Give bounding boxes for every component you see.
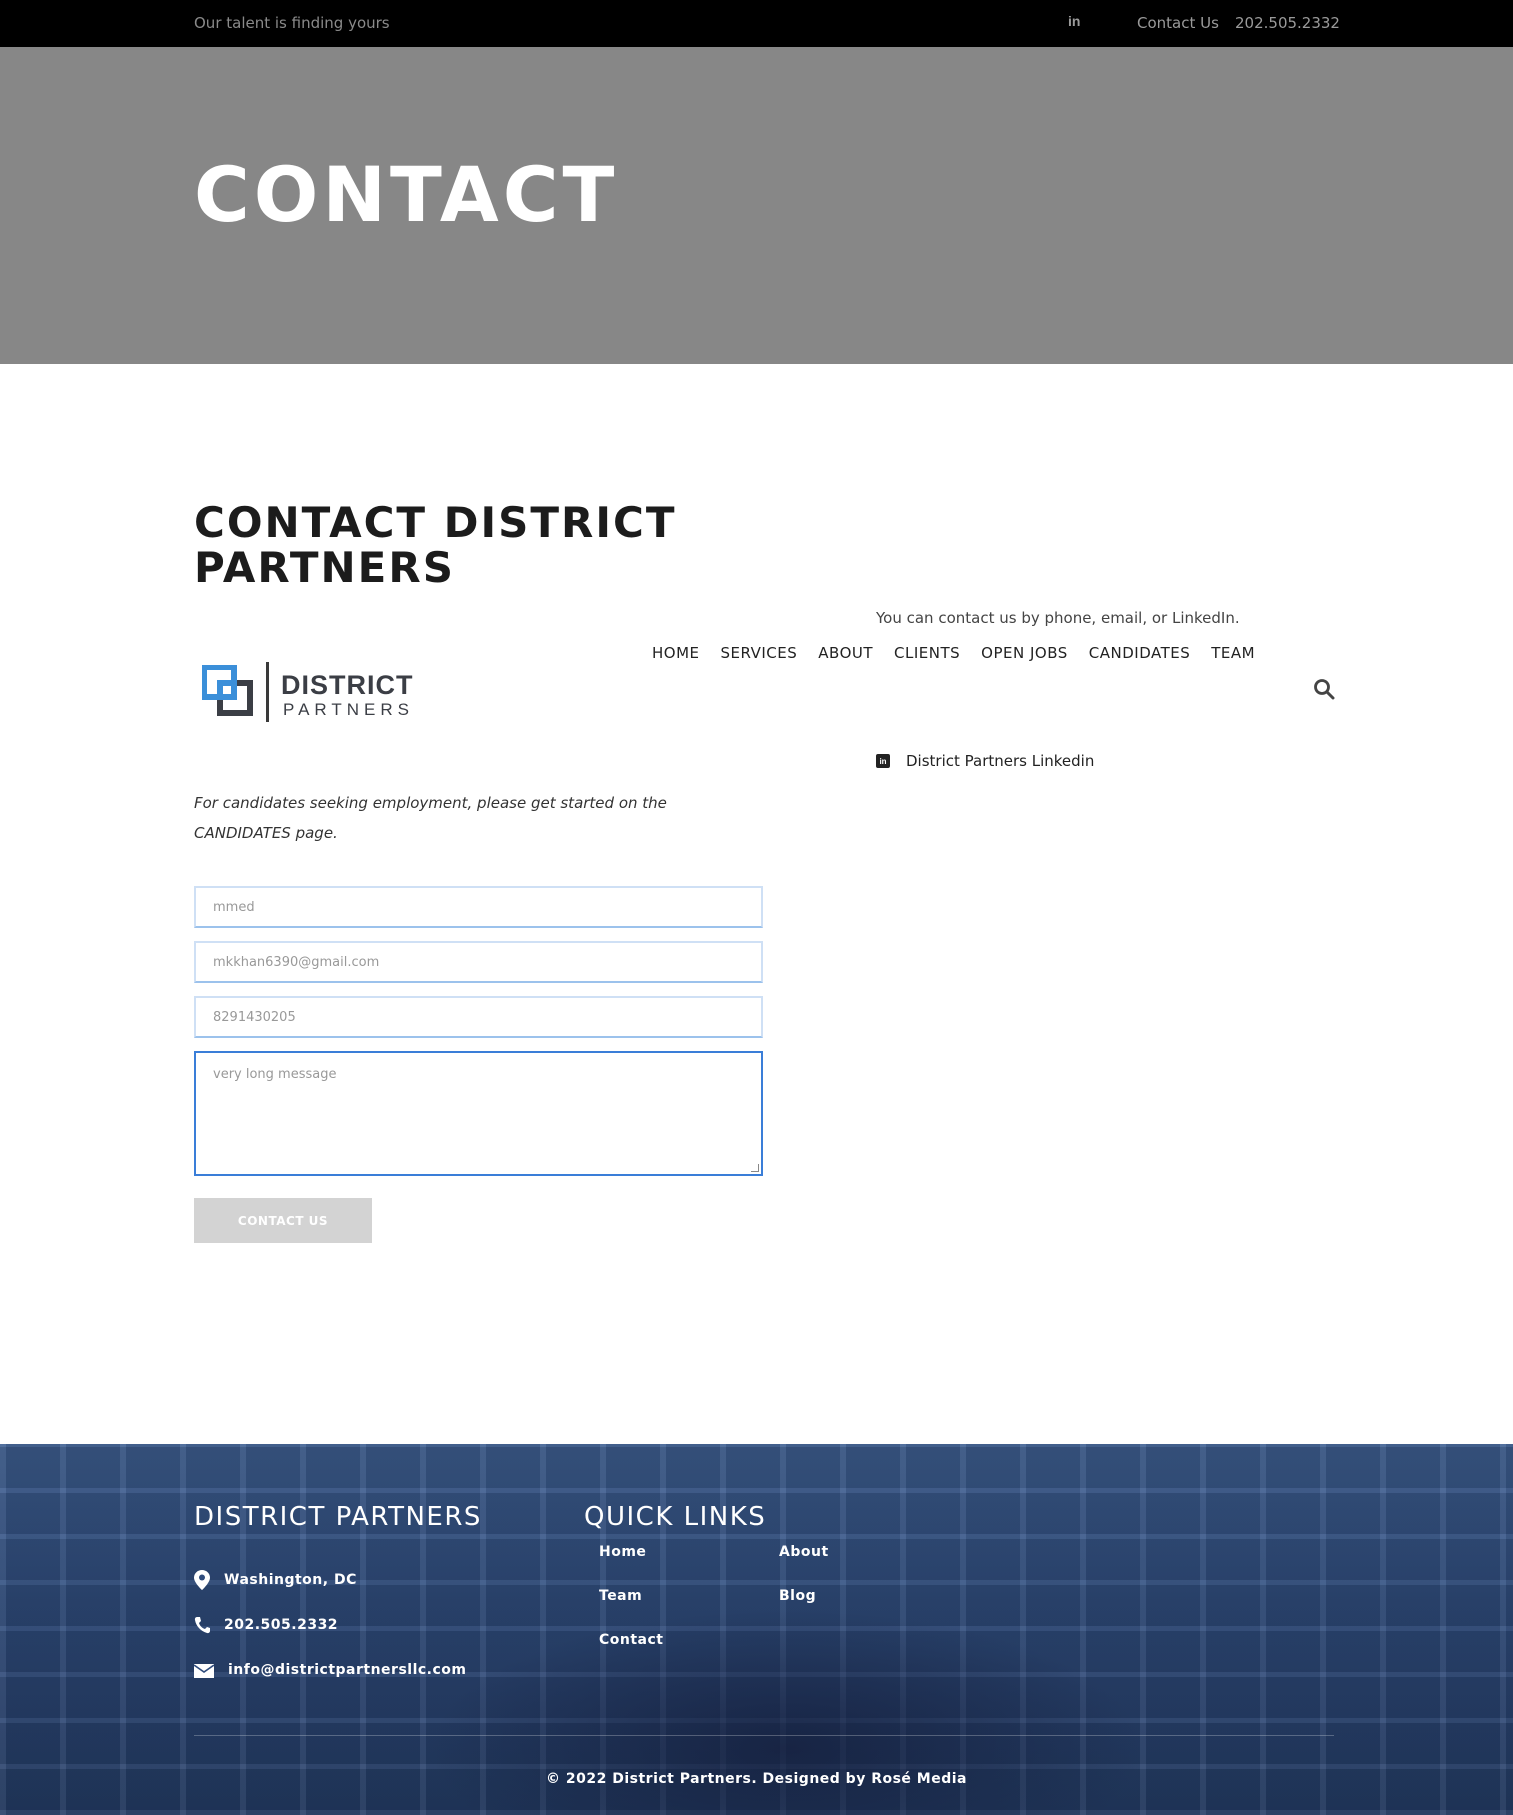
- footer-link-team[interactable]: Team: [599, 1588, 642, 1604]
- linkedin-square-icon: in: [876, 754, 890, 768]
- copyright-text: © 2022 District Partners. Designed by Ro…: [546, 1771, 967, 1787]
- message-textarea[interactable]: very long message: [194, 1051, 763, 1176]
- message-text: very long message: [213, 1067, 337, 1082]
- linkedin-icon[interactable]: in: [1068, 13, 1080, 29]
- hero-banner: CONTACT: [0, 47, 1513, 364]
- footer: DISTRICT PARTNERS Washington, DC 202.505…: [0, 1444, 1513, 1815]
- logo-divider: [266, 662, 269, 722]
- nav-item-open-jobs[interactable]: OPEN JOBS: [981, 644, 1068, 662]
- footer-divider: [194, 1735, 1334, 1736]
- district-partners-logo[interactable]: DISTRICT PARTNERS: [202, 660, 422, 724]
- footer-phone[interactable]: 202.505.2332: [224, 1617, 338, 1633]
- contact-us-link[interactable]: Contact Us: [1137, 14, 1219, 32]
- contact-intro-text: You can contact us by phone, email, or L…: [876, 609, 1240, 627]
- phone-link[interactable]: 202.505.2332: [1235, 14, 1340, 32]
- footer-link-about[interactable]: About: [779, 1544, 829, 1560]
- footer-link-home[interactable]: Home: [599, 1544, 646, 1560]
- linkedin-contact-row[interactable]: in District Partners Linkedin: [876, 752, 1094, 770]
- resize-handle-icon[interactable]: [751, 1164, 759, 1172]
- envelope-icon: [194, 1664, 214, 1678]
- tagline: Our talent is finding yours: [194, 14, 390, 32]
- main-nav: HOME SERVICES ABOUT CLIENTS OPEN JOBS CA…: [652, 644, 1276, 662]
- nav-item-about[interactable]: ABOUT: [818, 644, 873, 662]
- name-input[interactable]: mmed: [194, 886, 763, 928]
- nav-item-services[interactable]: SERVICES: [721, 644, 798, 662]
- top-bar: Our talent is finding yours in Contact U…: [0, 0, 1513, 47]
- linkedin-link-text[interactable]: District Partners Linkedin: [906, 752, 1094, 770]
- footer-link-blog[interactable]: Blog: [779, 1588, 816, 1604]
- candidates-note: For candidates seeking employment, pleas…: [194, 794, 667, 842]
- logo-mark-icon: [202, 665, 253, 716]
- quick-links-title: QUICK LINKS: [584, 1502, 767, 1532]
- map-pin-icon: [194, 1570, 210, 1590]
- nav-item-clients[interactable]: CLIENTS: [894, 644, 960, 662]
- footer-phone-row: 202.505.2332: [194, 1616, 338, 1634]
- nav-item-candidates[interactable]: CANDIDATES: [1089, 644, 1190, 662]
- contact-form: mmed mkkhan6390@gmail.com 8291430205 ver…: [194, 886, 763, 1243]
- footer-location-row: Washington, DC: [194, 1570, 357, 1590]
- logo-text-district: DISTRICT: [281, 670, 414, 700]
- nav-item-home[interactable]: HOME: [652, 644, 700, 662]
- logo-text-partners: PARTNERS: [283, 700, 415, 719]
- email-input[interactable]: mkkhan6390@gmail.com: [194, 941, 763, 983]
- footer-email[interactable]: info@districtpartnersllc.com: [228, 1662, 467, 1678]
- search-icon[interactable]: [1313, 678, 1335, 700]
- footer-email-row: info@districtpartnersllc.com: [194, 1662, 467, 1678]
- page-title: CONTACT: [194, 150, 619, 239]
- footer-location: Washington, DC: [224, 1572, 357, 1588]
- nav-item-team[interactable]: TEAM: [1211, 644, 1255, 662]
- contact-us-button[interactable]: CONTACT US: [194, 1198, 372, 1243]
- phone-input[interactable]: 8291430205: [194, 996, 763, 1038]
- phone-icon: [194, 1617, 210, 1634]
- footer-link-contact[interactable]: Contact: [599, 1632, 664, 1648]
- footer-company-title: DISTRICT PARTNERS: [194, 1502, 482, 1532]
- contact-heading: CONTACT DISTRICT PARTNERS: [194, 498, 677, 592]
